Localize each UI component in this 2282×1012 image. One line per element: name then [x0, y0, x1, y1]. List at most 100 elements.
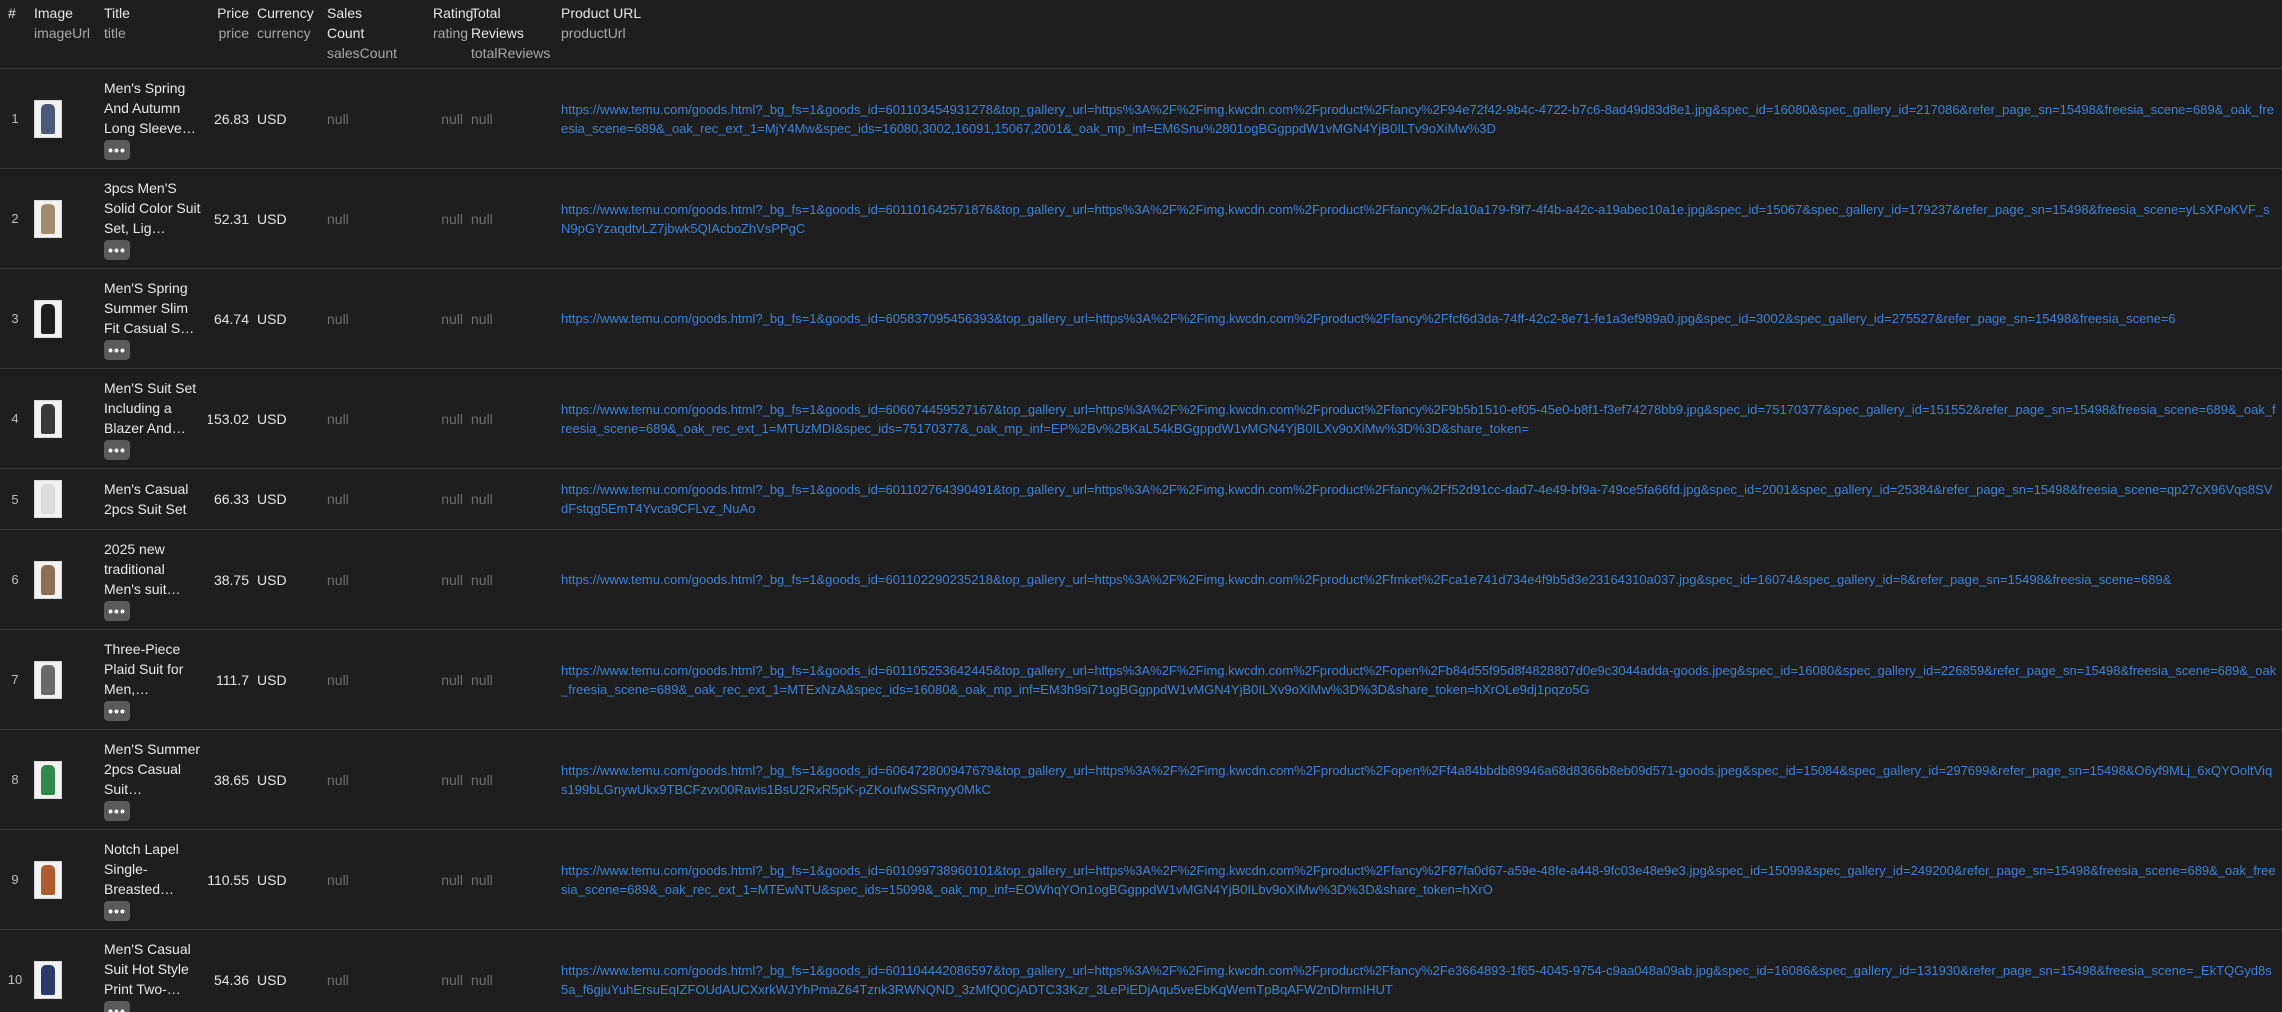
product-title: 2025 new traditional Men's suit… [104, 540, 181, 597]
product-title: Three-Piece Plaid Suit for Men,… [104, 640, 184, 697]
title-cell[interactable]: 2025 new traditional Men's suit… ••• [100, 530, 208, 629]
product-url-cell[interactable]: https://www.temu.com/goods.html?_bg_fs=1… [557, 630, 2282, 729]
table-row[interactable]: 10 Men'S Casual Suit Hot Style Print Two-… [0, 930, 2282, 1012]
header-sales-count[interactable]: Sales Count salesCount [323, 0, 429, 68]
ellipsis-icon[interactable]: ••• [104, 600, 130, 621]
header-product-url[interactable]: Product URL productUrl [557, 0, 2282, 68]
table-row[interactable]: 6 2025 new traditional Men's suit… ••• 38.7… [0, 530, 2282, 630]
row-index: 1 [11, 111, 19, 126]
ellipsis-icon[interactable]: ••• [104, 439, 130, 460]
title-cell[interactable]: Men'S Spring Summer Slim Fit Casual S… ••… [100, 269, 208, 368]
table-row[interactable]: 2 3pcs Men'S Solid Color Suit Set, Lig… ••… [0, 169, 2282, 269]
header-price[interactable]: Price price [208, 0, 253, 68]
product-url-link[interactable]: https://www.temu.com/goods.html?_bg_fs=1… [561, 200, 2278, 238]
row-index: 6 [11, 572, 19, 587]
rating-cell: null [441, 771, 463, 788]
price-cell: 26.83 [213, 110, 249, 127]
product-thumbnail[interactable] [34, 760, 62, 799]
product-thumbnail[interactable] [34, 960, 62, 999]
title-cell[interactable]: Three-Piece Plaid Suit for Men,… ••• [100, 630, 208, 729]
data-grid: # Image imageUrl Title title Price price… [0, 0, 2282, 1012]
ellipsis-icon[interactable]: ••• [104, 139, 130, 160]
product-thumbnail[interactable] [34, 99, 62, 138]
ellipsis-icon[interactable]: ••• [104, 700, 130, 721]
header-index[interactable]: # [0, 0, 30, 68]
title-cell[interactable]: Notch Lapel Single-Breasted… ••• [100, 830, 208, 929]
product-url-cell[interactable]: https://www.temu.com/goods.html?_bg_fs=1… [557, 930, 2282, 1012]
total-reviews-cell: null [471, 410, 493, 427]
image-cell[interactable] [30, 69, 100, 168]
product-url-link[interactable]: https://www.temu.com/goods.html?_bg_fs=1… [561, 761, 2278, 799]
ellipsis-icon[interactable]: ••• [104, 900, 130, 921]
header-rating[interactable]: Rating rating [429, 0, 473, 68]
price-cell: 54.36 [213, 971, 249, 988]
title-cell[interactable]: Men'S Summer 2pcs Casual Suit… ••• [100, 730, 208, 829]
image-cell[interactable] [30, 830, 100, 929]
product-thumbnail[interactable] [34, 660, 62, 699]
product-url-link[interactable]: https://www.temu.com/goods.html?_bg_fs=1… [561, 961, 2278, 999]
ellipsis-icon[interactable]: ••• [104, 800, 130, 821]
header-title[interactable]: Title title [100, 0, 208, 68]
table-row[interactable]: 3 Men'S Spring Summer Slim Fit Casual S… •… [0, 269, 2282, 369]
ellipsis-icon[interactable]: ••• [104, 339, 130, 360]
table-row[interactable]: 8 Men'S Summer 2pcs Casual Suit… ••• 38.65 U… [0, 730, 2282, 830]
table-row[interactable]: 1 Men's Spring And Autumn Long Sleeve… •••… [0, 69, 2282, 169]
product-thumbnail[interactable] [34, 199, 62, 238]
image-cell[interactable] [30, 530, 100, 629]
product-title: Men's Spring And Autumn Long Sleeve… [104, 79, 196, 136]
header-total-reviews[interactable]: Total Reviews totalReviews [467, 0, 557, 68]
product-url-link[interactable]: https://www.temu.com/goods.html?_bg_fs=1… [561, 480, 2278, 518]
title-cell[interactable]: Men'S Suit Set Including a Blazer And… ••… [100, 369, 208, 468]
rating-cell: null [441, 310, 463, 327]
product-figure [41, 403, 55, 434]
table-row[interactable]: 5 Men's Casual 2pcs Suit Set 66.33 USD null n… [0, 469, 2282, 530]
product-url-link[interactable]: https://www.temu.com/goods.html?_bg_fs=1… [561, 661, 2278, 699]
product-url-cell[interactable]: https://www.temu.com/goods.html?_bg_fs=1… [557, 830, 2282, 929]
price-cell: 66.33 [213, 491, 249, 507]
product-url-link[interactable]: https://www.temu.com/goods.html?_bg_fs=1… [561, 309, 2278, 328]
product-figure [41, 103, 55, 134]
image-cell[interactable] [30, 630, 100, 729]
product-thumbnail[interactable] [34, 399, 62, 438]
product-url-link[interactable]: https://www.temu.com/goods.html?_bg_fs=1… [561, 570, 2278, 589]
image-cell[interactable] [30, 169, 100, 268]
product-thumbnail[interactable] [34, 299, 62, 338]
image-cell[interactable] [30, 269, 100, 368]
ellipsis-icon[interactable]: ••• [104, 1000, 130, 1012]
image-cell[interactable] [30, 930, 100, 1012]
image-cell[interactable] [30, 469, 100, 529]
table-row[interactable]: 9 Notch Lapel Single-Breasted… ••• 110.55 US… [0, 830, 2282, 930]
product-url-link[interactable]: https://www.temu.com/goods.html?_bg_fs=1… [561, 100, 2278, 138]
header-label: Product URL [561, 5, 642, 21]
product-url-link[interactable]: https://www.temu.com/goods.html?_bg_fs=1… [561, 861, 2278, 899]
title-cell[interactable]: Men's Spring And Autumn Long Sleeve… ••• [100, 69, 208, 168]
product-url-cell[interactable]: https://www.temu.com/goods.html?_bg_fs=1… [557, 369, 2282, 468]
price-cell: 38.75 [213, 571, 249, 588]
product-thumbnail[interactable] [34, 560, 62, 599]
title-cell[interactable]: 3pcs Men'S Solid Color Suit Set, Lig… ••• [100, 169, 208, 268]
product-url-cell[interactable]: https://www.temu.com/goods.html?_bg_fs=1… [557, 530, 2282, 629]
product-url-cell[interactable]: https://www.temu.com/goods.html?_bg_fs=1… [557, 69, 2282, 168]
ellipsis-icon[interactable]: ••• [104, 239, 130, 260]
price-cell: 110.55 [208, 871, 249, 888]
title-cell[interactable]: Men'S Casual Suit Hot Style Print Two-… •… [100, 930, 208, 1012]
header-currency[interactable]: Currency currency [253, 0, 323, 68]
product-url-cell[interactable]: https://www.temu.com/goods.html?_bg_fs=1… [557, 169, 2282, 268]
header-label: Total Reviews [471, 5, 524, 41]
product-title: 3pcs Men'S Solid Color Suit Set, Lig… [104, 179, 201, 236]
rating-cell: null [441, 210, 463, 227]
product-thumbnail[interactable] [34, 480, 62, 518]
image-cell[interactable] [30, 730, 100, 829]
table-row[interactable]: 4 Men'S Suit Set Including a Blazer And… •… [0, 369, 2282, 469]
title-cell[interactable]: Men's Casual 2pcs Suit Set [100, 469, 208, 529]
sales-count-cell: null [327, 210, 349, 227]
price-cell: 111.7 [216, 671, 249, 688]
product-url-link[interactable]: https://www.temu.com/goods.html?_bg_fs=1… [561, 400, 2278, 438]
header-image[interactable]: Image imageUrl [30, 0, 100, 68]
product-url-cell[interactable]: https://www.temu.com/goods.html?_bg_fs=1… [557, 730, 2282, 829]
product-thumbnail[interactable] [34, 860, 62, 899]
table-row[interactable]: 7 Three-Piece Plaid Suit for Men,… ••• 111.… [0, 630, 2282, 730]
product-url-cell[interactable]: https://www.temu.com/goods.html?_bg_fs=1… [557, 269, 2282, 368]
image-cell[interactable] [30, 369, 100, 468]
product-url-cell[interactable]: https://www.temu.com/goods.html?_bg_fs=1… [557, 469, 2282, 529]
